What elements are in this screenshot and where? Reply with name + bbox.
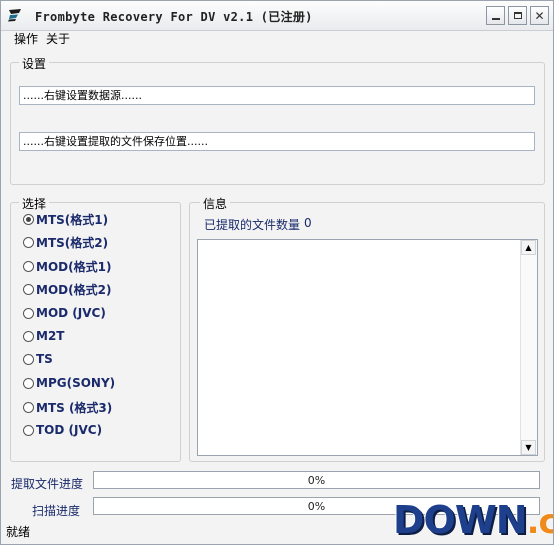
scroll-down-icon[interactable]: ▼ — [521, 440, 536, 455]
radio-label: MOD(格式2) — [36, 282, 112, 297]
radio-button[interactable] — [23, 401, 34, 413]
radio-mod-jvc[interactable]: MOD (JVC) — [23, 304, 106, 322]
window-title: Frombyte Recovery For DV v2.1 (已注册) — [35, 10, 313, 24]
radio-button[interactable] — [23, 283, 34, 295]
menu-bar: 操作 关于 — [1, 30, 553, 47]
radio-tod-jvc[interactable]: TOD (JVC) — [23, 421, 102, 439]
extract-progress-text: 0% — [307, 473, 326, 487]
radio-button[interactable] — [23, 213, 34, 225]
radio-label: MPG(SONY) — [36, 376, 116, 390]
radio-button[interactable] — [23, 377, 34, 389]
scroll-up-icon[interactable]: ▲ — [521, 240, 536, 255]
radio-label: TS — [36, 352, 53, 366]
close-icon: ✕ — [534, 8, 545, 23]
radio-mts-format3[interactable]: MTS (格式3) — [23, 398, 112, 416]
radio-button[interactable] — [23, 260, 34, 272]
radio-mod-format1[interactable]: MOD(格式1) — [23, 257, 111, 275]
extracted-count-value: 0 — [304, 216, 312, 230]
extract-progress-label: 提取文件进度 — [11, 477, 84, 491]
maximize-button[interactable] — [508, 6, 527, 25]
radio-label: MOD(格式1) — [36, 259, 112, 274]
watermark-down: DOWN — [392, 497, 529, 543]
menu-about[interactable]: 关于 — [46, 30, 70, 47]
settings-legend: 设置 — [19, 55, 50, 72]
info-legend: 信息 — [200, 195, 231, 212]
save-path-field[interactable]: ......右键设置提取的文件保存位置...... — [19, 132, 535, 151]
radio-label: TOD (JVC) — [36, 423, 103, 437]
radio-button[interactable] — [23, 424, 34, 436]
radio-button[interactable] — [23, 353, 34, 365]
app-logo-icon — [7, 7, 23, 23]
radio-label: MOD (JVC) — [36, 306, 106, 320]
menu-operate[interactable]: 操作 — [14, 30, 38, 47]
radio-button[interactable] — [23, 330, 34, 342]
radio-ts[interactable]: TS — [23, 350, 53, 368]
watermark-logo: DOWN.cc — [392, 497, 553, 544]
minimize-icon — [491, 17, 500, 20]
app-window: Frombyte Recovery For DV v2.1 (已注册) ✕ 操作… — [0, 0, 554, 545]
radio-mod-format2[interactable]: MOD(格式2) — [23, 280, 111, 298]
extracted-count-label: 已提取的文件数量 — [204, 218, 301, 232]
radio-label: MTS (格式3) — [36, 400, 113, 415]
radio-label: M2T — [36, 329, 65, 343]
title-bar[interactable]: Frombyte Recovery For DV v2.1 (已注册) ✕ — [1, 1, 553, 31]
radio-m2t[interactable]: M2T — [23, 327, 64, 345]
radio-label: MTS(格式1) — [36, 212, 109, 227]
radio-mts-format2[interactable]: MTS(格式2) — [23, 233, 108, 251]
close-button[interactable]: ✕ — [530, 6, 549, 25]
source-path-field[interactable]: ......右键设置数据源...... — [19, 86, 535, 105]
radio-label: MTS(格式2) — [36, 235, 109, 250]
log-scrollbar[interactable]: ▲ ▼ — [520, 240, 537, 455]
radio-button[interactable] — [23, 236, 34, 248]
maximize-icon — [513, 12, 522, 19]
radio-button[interactable] — [23, 307, 34, 319]
watermark-cc: .cc — [526, 502, 553, 543]
log-textarea[interactable]: ▲ ▼ — [197, 239, 538, 456]
radio-mpg-sony[interactable]: MPG(SONY) — [23, 374, 115, 392]
settings-group: 设置 — [10, 55, 545, 185]
minimize-button[interactable] — [486, 6, 505, 25]
radio-mts-format1[interactable]: MTS(格式1) — [23, 210, 108, 228]
scan-progress-label: 扫描进度 — [32, 504, 81, 518]
status-bar-text: 就绪 — [6, 525, 31, 539]
extract-progress-bar: 0% — [93, 471, 540, 489]
